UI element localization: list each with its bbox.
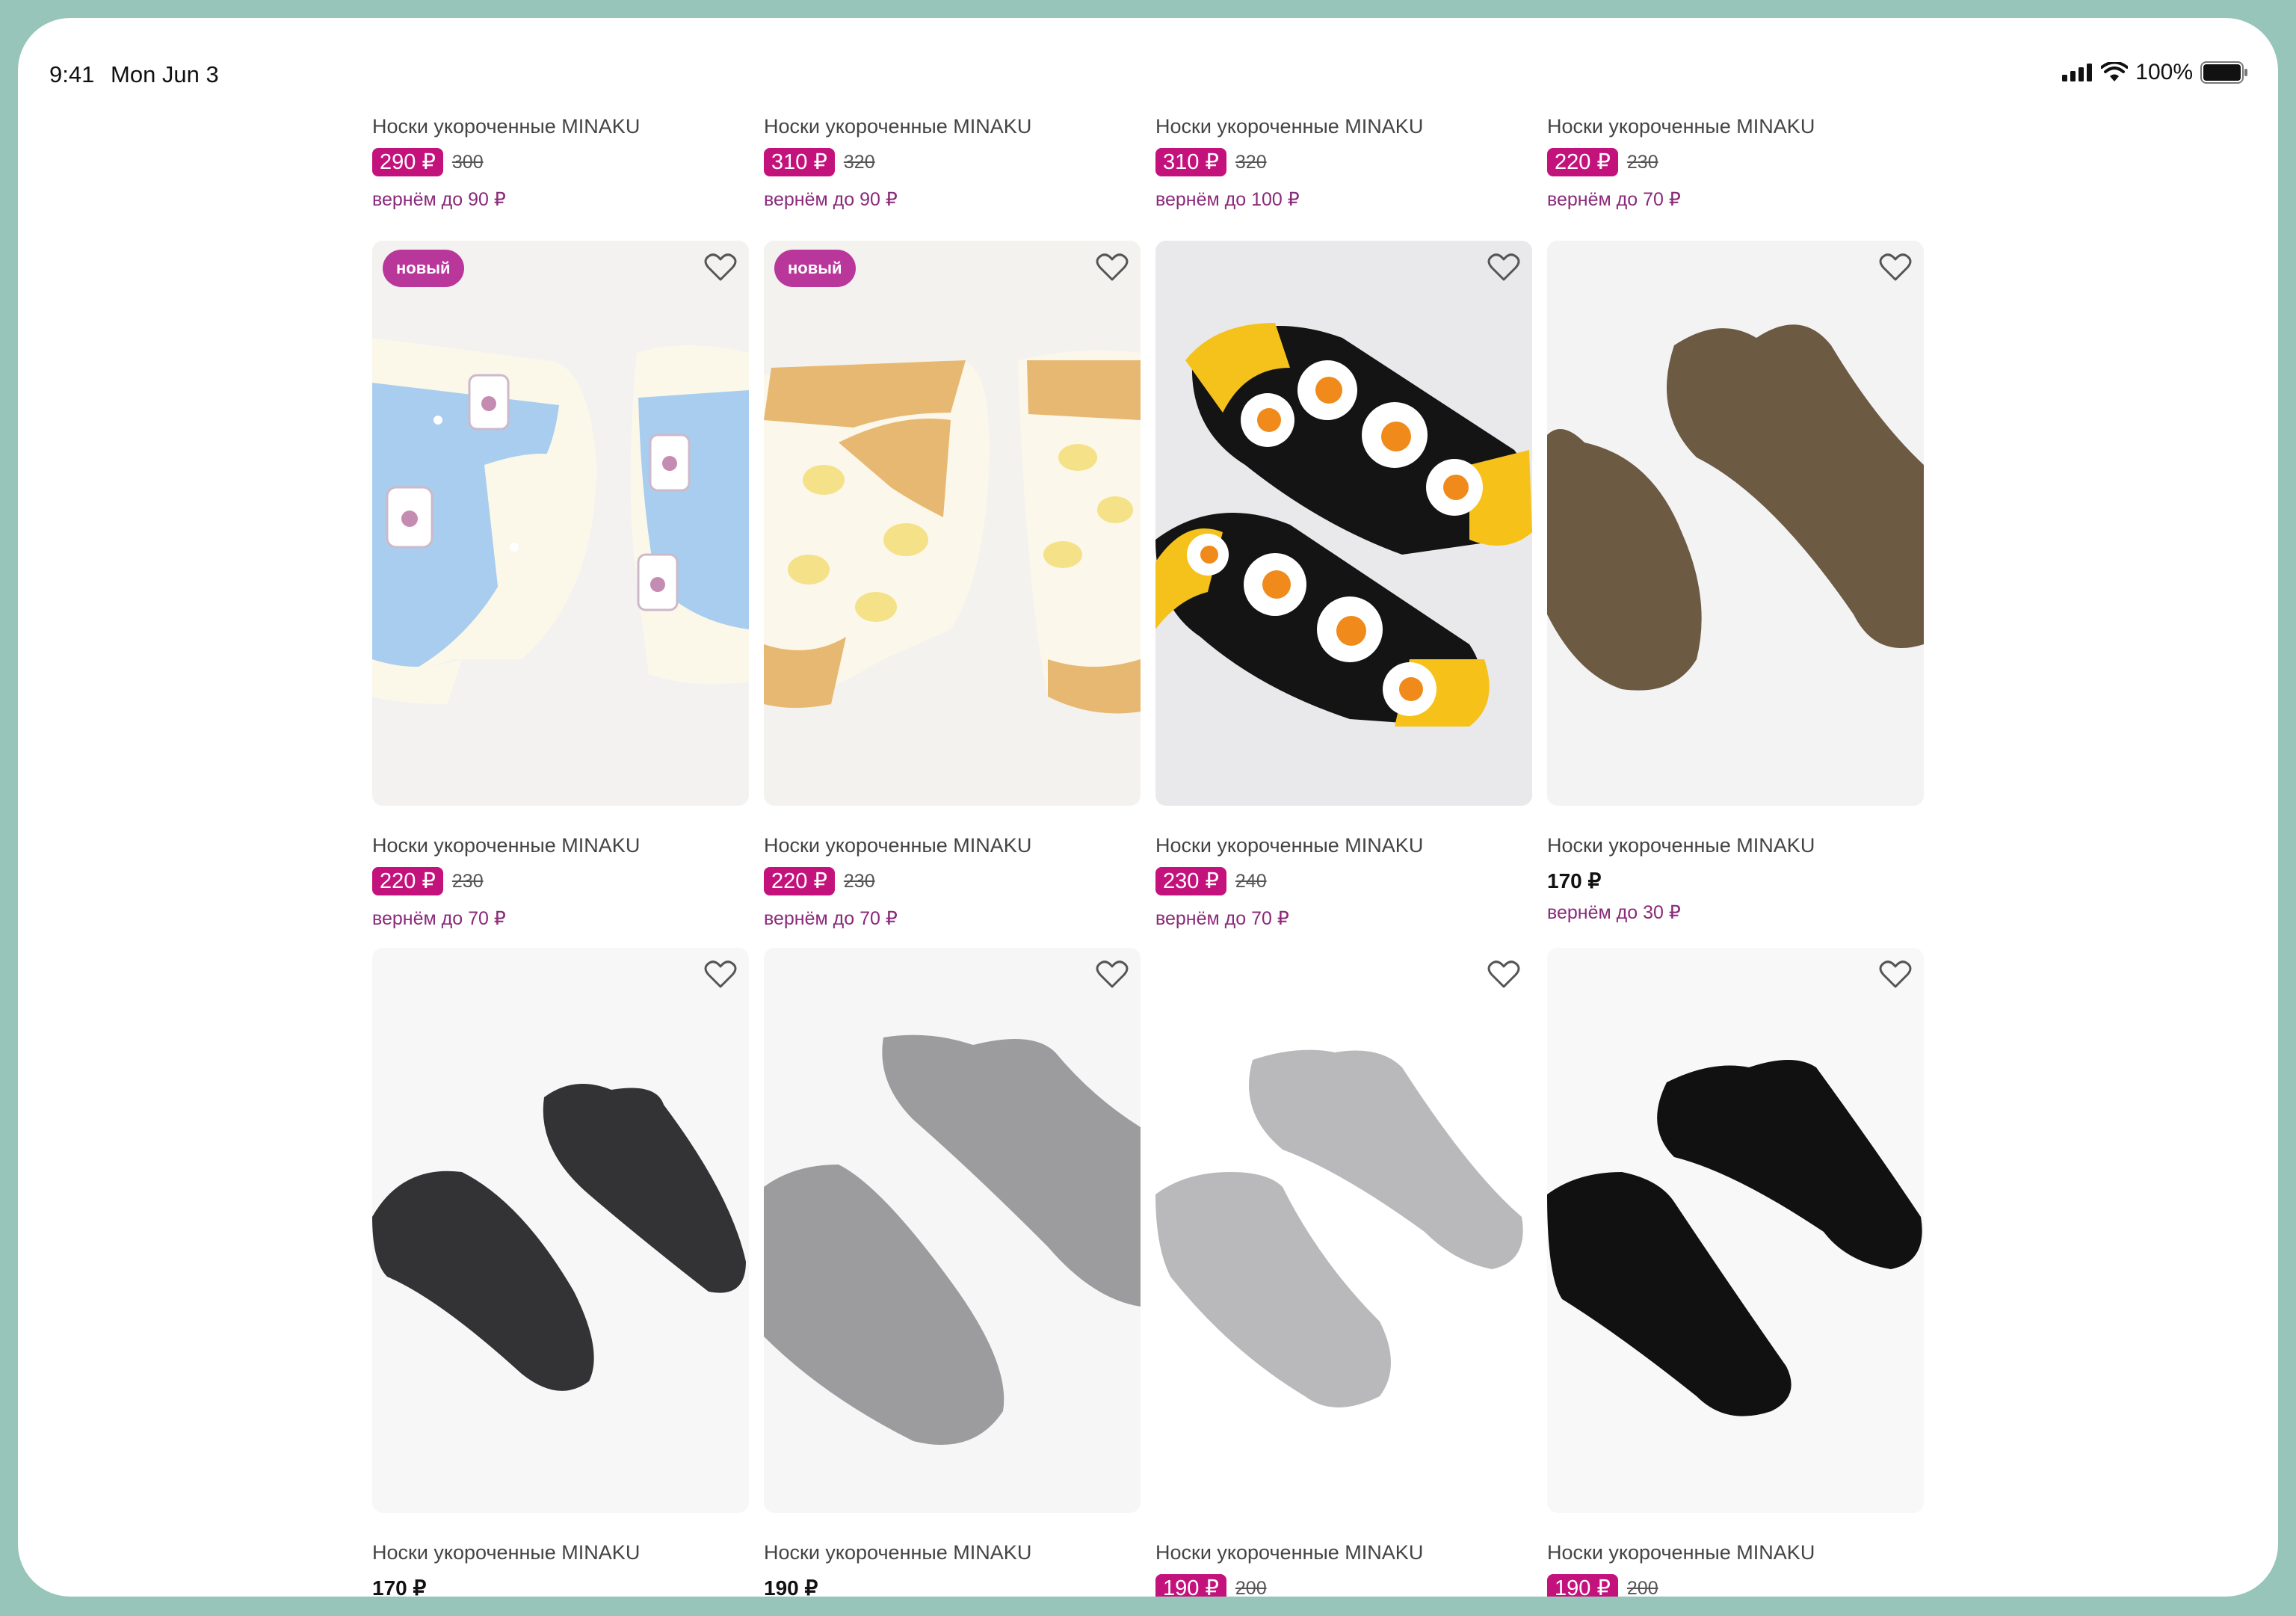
old-price: 240 — [1235, 870, 1267, 892]
favorite-heart-icon[interactable] — [704, 960, 737, 990]
price-row: 290 ₽ 300 — [372, 148, 484, 176]
status-bar: 9:41 Mon Jun 3 100% — [18, 18, 2278, 100]
product-image[interactable]: новый — [372, 241, 749, 806]
sale-price: 220 ₽ — [1547, 148, 1618, 176]
cashback-text: вернём до 90 ₽ — [764, 189, 898, 210]
old-price: 320 — [1235, 151, 1267, 173]
sale-price: 220 ₽ — [764, 867, 835, 895]
grey-socks-image — [764, 1034, 1141, 1445]
dark-grey-socks-image — [372, 1084, 746, 1391]
product-title: Носки укороченные MINAKU — [1155, 834, 1424, 857]
cellular-signal-icon — [2062, 64, 2093, 81]
status-date: Mon Jun 3 — [111, 61, 219, 87]
product-title: Носки укороченные MINAKU — [372, 834, 641, 857]
old-price: 230 — [843, 870, 875, 892]
cashback-text: вернём до 70 ₽ — [764, 908, 898, 929]
sale-price: 230 ₽ — [1155, 867, 1226, 895]
sale-price: 290 ₽ — [372, 148, 443, 176]
favorite-heart-icon[interactable] — [1096, 960, 1129, 990]
wifi-icon — [2101, 62, 2129, 81]
price-row: 230 ₽ 240 — [1155, 867, 1267, 895]
sale-price: 190 ₽ — [1155, 1574, 1226, 1597]
cashback-text: вернём до 70 ₽ — [1547, 189, 1681, 210]
price-row: 310 ₽ 320 — [1155, 148, 1267, 176]
new-badge: новый — [383, 250, 464, 287]
product-title: Носки укороченные MINAKU — [372, 115, 641, 138]
cashback-text: вернём до 90 ₽ — [372, 189, 506, 210]
regular-price: 190 ₽ — [764, 1576, 818, 1597]
old-price: 230 — [1626, 151, 1658, 173]
price-row: 190 ₽ 200 — [1547, 1574, 1658, 1597]
product-title: Носки укороченные MINAKU — [1547, 115, 1815, 138]
sale-price: 190 ₽ — [1547, 1574, 1618, 1597]
product-image[interactable] — [764, 948, 1141, 1513]
old-price: 300 — [451, 151, 484, 173]
device-screen: 9:41 Mon Jun 3 100% Носки укороченные MI… — [18, 18, 2278, 1597]
price-row: 220 ₽ 230 — [764, 867, 875, 895]
product-title: Носки укороченные MINAKU — [764, 834, 1032, 857]
product-title: Носки укороченные MINAKU — [1547, 1541, 1815, 1564]
light-grey-socks-image — [1155, 1049, 1523, 1407]
cashback-text: вернём до 70 ₽ — [1155, 908, 1289, 929]
battery-icon — [2200, 61, 2247, 84]
regular-price: 170 ₽ — [1547, 869, 1602, 892]
favorite-heart-icon[interactable] — [1879, 253, 1912, 283]
cashback-text: вернём до 70 ₽ — [372, 908, 506, 929]
price-row: 190 ₽ 200 — [1155, 1574, 1267, 1597]
product-title: Носки укороченные MINAKU — [1547, 834, 1815, 857]
product-image[interactable] — [1547, 241, 1924, 806]
sale-price: 310 ₽ — [1155, 148, 1226, 176]
cashback-text: вернём до 100 ₽ — [1155, 189, 1300, 210]
old-price: 200 — [1626, 1577, 1658, 1597]
new-badge: новый — [774, 250, 856, 287]
price-row: 220 ₽ 230 — [1547, 148, 1658, 176]
cashback-text: вернём до 30 ₽ — [1547, 902, 1681, 923]
product-image[interactable] — [1155, 948, 1532, 1513]
sale-price: 220 ₽ — [372, 867, 443, 895]
favorite-heart-icon[interactable] — [1096, 253, 1129, 283]
price-row: 310 ₽ 320 — [764, 148, 875, 176]
black-socks-image — [1547, 1060, 1922, 1416]
product-title: Носки укороченные MINAKU — [764, 115, 1032, 138]
favorite-heart-icon[interactable] — [1879, 960, 1912, 990]
brown-socks-image — [1547, 324, 1924, 691]
price-row: 220 ₽ 230 — [372, 867, 484, 895]
product-title: Носки укороченные MINAKU — [1155, 1541, 1424, 1564]
sale-price: 310 ₽ — [764, 148, 835, 176]
battery-percent: 100% — [2135, 60, 2193, 84]
old-price: 230 — [451, 870, 484, 892]
old-price: 320 — [843, 151, 875, 173]
product-image[interactable] — [1155, 241, 1532, 806]
product-image[interactable]: новый — [764, 241, 1141, 806]
regular-price: 170 ₽ — [372, 1576, 427, 1597]
blue-bottle-socks-image — [372, 338, 749, 704]
status-time: 9:41 — [49, 61, 95, 87]
favorite-heart-icon[interactable] — [1487, 253, 1520, 283]
product-title: Носки укороченные MINAKU — [764, 1541, 1032, 1564]
lemon-socks-image — [764, 350, 1141, 714]
product-image[interactable] — [1547, 948, 1924, 1513]
egg-socks-image — [1155, 323, 1532, 727]
favorite-heart-icon[interactable] — [704, 253, 737, 283]
favorite-heart-icon[interactable] — [1487, 960, 1520, 990]
status-indicators: 100% — [2062, 60, 2248, 85]
product-title: Носки укороченные MINAKU — [372, 1541, 641, 1564]
product-image[interactable] — [372, 948, 749, 1513]
product-title: Носки укороченные MINAKU — [1155, 115, 1424, 138]
old-price: 200 — [1235, 1577, 1267, 1597]
